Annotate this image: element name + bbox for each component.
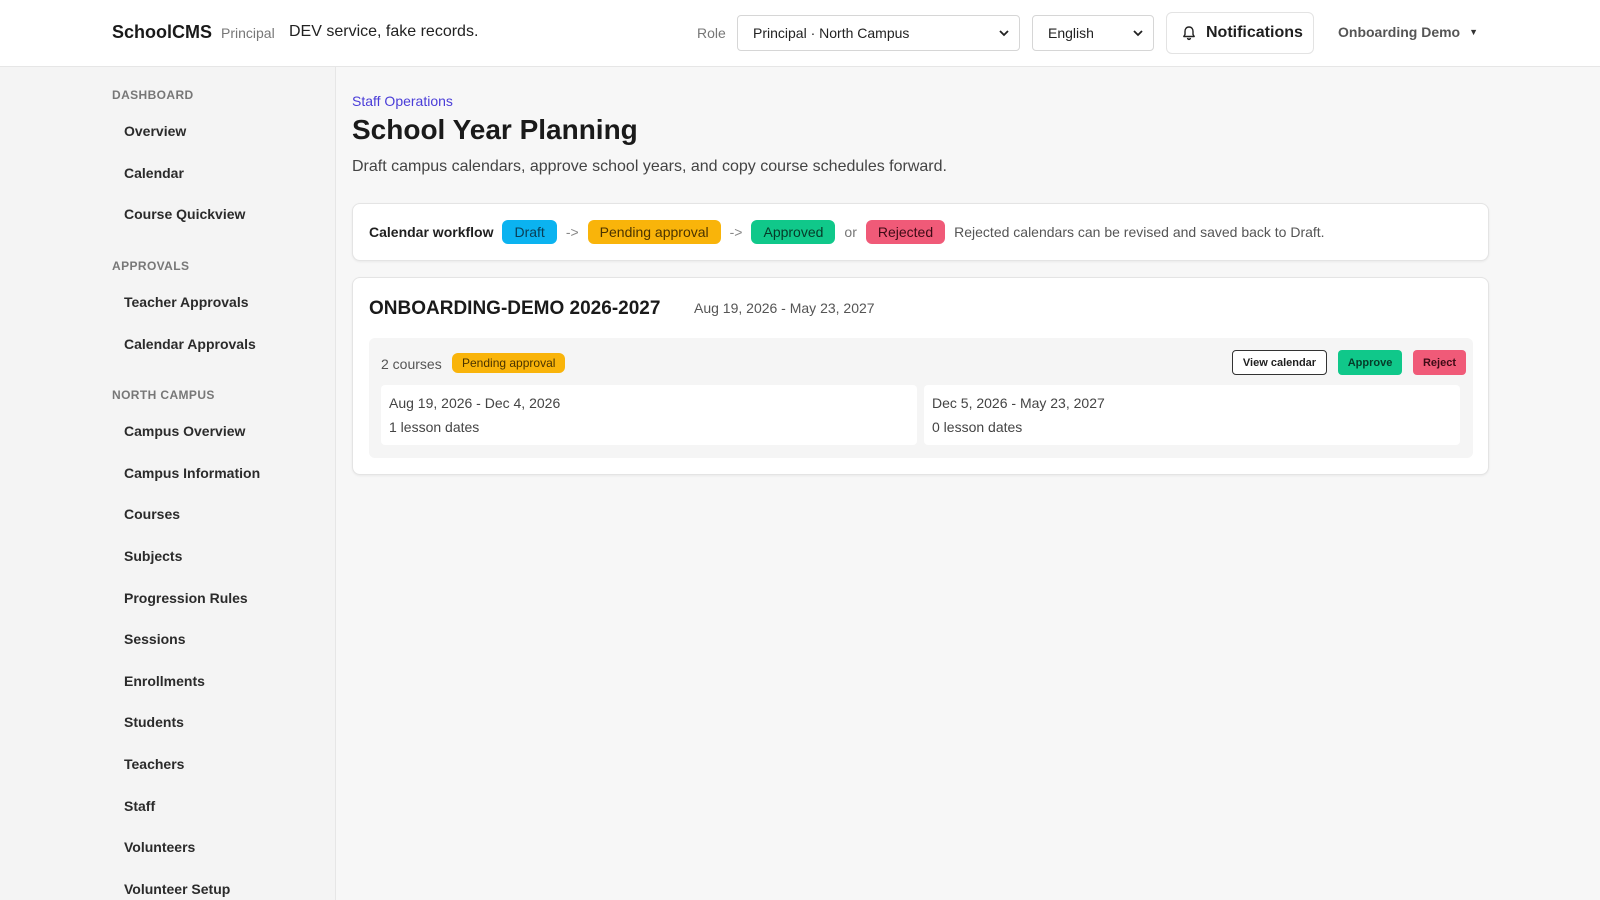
sidebar-item-sessions[interactable]: Sessions bbox=[124, 631, 185, 647]
sidebar-item-staff[interactable]: Staff bbox=[124, 798, 155, 814]
status-badge-rejected: Rejected bbox=[865, 220, 946, 244]
sidebar-item-calendar-approvals[interactable]: Calendar Approvals bbox=[124, 336, 256, 352]
sidebar-item-campus-information[interactable]: Campus Information bbox=[124, 465, 260, 481]
view-calendar-button[interactable]: View calendar bbox=[1232, 350, 1327, 375]
workflow-arrow: -> bbox=[565, 224, 579, 240]
sidebar-item-subjects[interactable]: Subjects bbox=[124, 548, 182, 564]
status-badge-pending: Pending approval bbox=[587, 220, 721, 244]
term-card: Aug 19, 2026 - Dec 4, 2026 1 lesson date… bbox=[381, 385, 917, 445]
main-content: Staff Operations School Year Planning Dr… bbox=[337, 67, 1600, 900]
sidebar-item-teacher-approvals[interactable]: Teacher Approvals bbox=[124, 294, 249, 310]
brand-logo[interactable]: SchoolCMS bbox=[112, 22, 212, 43]
sidebar-section-dashboard: DASHBOARD bbox=[112, 88, 194, 102]
term-lesson-count: 1 lesson dates bbox=[389, 419, 480, 435]
sidebar-item-students[interactable]: Students bbox=[124, 714, 184, 730]
page-title: School Year Planning bbox=[352, 114, 638, 145]
school-year-card: ONBOARDING-DEMO 2026-2027 Aug 19, 2026 -… bbox=[352, 277, 1489, 475]
term-dates: Aug 19, 2026 - Dec 4, 2026 bbox=[389, 395, 561, 411]
language-select-value: English bbox=[1048, 25, 1094, 41]
sidebar-item-volunteer-setup[interactable]: Volunteer Setup bbox=[124, 881, 230, 897]
sidebar-section-north-campus: NORTH CAMPUS bbox=[112, 388, 215, 402]
role-label: Role bbox=[697, 25, 726, 41]
page-subtitle: Draft campus calendars, approve school y… bbox=[352, 158, 947, 175]
school-year-title: ONBOARDING-DEMO 2026-2027 bbox=[369, 298, 661, 319]
status-badge: Pending approval bbox=[452, 353, 566, 373]
sidebar-item-courses[interactable]: Courses bbox=[124, 506, 180, 522]
sidebar-item-campus-overview[interactable]: Campus Overview bbox=[124, 423, 245, 439]
workflow-arrow: -> bbox=[729, 224, 743, 240]
status-badge-approved: Approved bbox=[751, 220, 836, 244]
notifications-button[interactable]: Notifications bbox=[1166, 12, 1314, 54]
workflow-note: Rejected calendars can be revised and sa… bbox=[954, 224, 1325, 240]
sidebar-item-enrollments[interactable]: Enrollments bbox=[124, 673, 205, 689]
workflow-or: or bbox=[844, 224, 857, 240]
sidebar-item-calendar[interactable]: Calendar bbox=[124, 165, 184, 181]
bell-icon bbox=[1183, 26, 1195, 41]
term-lesson-count: 0 lesson dates bbox=[932, 419, 1023, 435]
sidebar-item-course-quickview[interactable]: Course Quickview bbox=[124, 206, 245, 222]
role-tag: Principal bbox=[221, 25, 275, 41]
school-year-range: Aug 19, 2026 - May 23, 2027 bbox=[694, 300, 875, 316]
sidebar-item-overview[interactable]: Overview bbox=[124, 123, 186, 139]
course-count: 2 courses bbox=[381, 356, 442, 372]
workflow-card: Calendar workflow Draft -> Pending appro… bbox=[352, 203, 1489, 261]
term-dates: Dec 5, 2026 - May 23, 2027 bbox=[932, 395, 1105, 411]
top-bar: SchoolCMS Principal DEV service, fake re… bbox=[0, 0, 1600, 67]
sidebar: DASHBOARD Overview Calendar Course Quick… bbox=[0, 67, 336, 900]
role-select-value: Principal · North Campus bbox=[753, 25, 910, 41]
sidebar-item-progression-rules[interactable]: Progression Rules bbox=[124, 590, 248, 606]
approve-button[interactable]: Approve bbox=[1338, 350, 1402, 375]
sidebar-item-volunteers[interactable]: Volunteers bbox=[124, 839, 195, 855]
sidebar-item-teachers[interactable]: Teachers bbox=[124, 756, 184, 772]
reject-button[interactable]: Reject bbox=[1413, 350, 1466, 375]
workflow-label: Calendar workflow bbox=[369, 224, 494, 240]
chevron-down-icon bbox=[1133, 30, 1143, 37]
breadcrumb[interactable]: Staff Operations bbox=[352, 93, 453, 109]
term-card: Dec 5, 2026 - May 23, 2027 0 lesson date… bbox=[924, 385, 1460, 445]
sidebar-section-approvals: APPROVALS bbox=[112, 259, 190, 273]
chevron-down-icon bbox=[999, 30, 1009, 37]
user-menu[interactable]: Onboarding Demo ▼ bbox=[1338, 24, 1478, 40]
language-select[interactable]: English bbox=[1032, 15, 1154, 51]
dev-notice: DEV service, fake records. bbox=[289, 23, 479, 40]
calendar-panel: 2 courses Pending approval View calendar… bbox=[369, 338, 1473, 458]
status-badge-draft: Draft bbox=[502, 220, 557, 244]
notifications-label: Notifications bbox=[1206, 24, 1303, 41]
user-name: Onboarding Demo bbox=[1338, 24, 1461, 40]
role-select[interactable]: Principal · North Campus bbox=[737, 15, 1020, 51]
caret-down-icon: ▼ bbox=[1469, 27, 1479, 37]
